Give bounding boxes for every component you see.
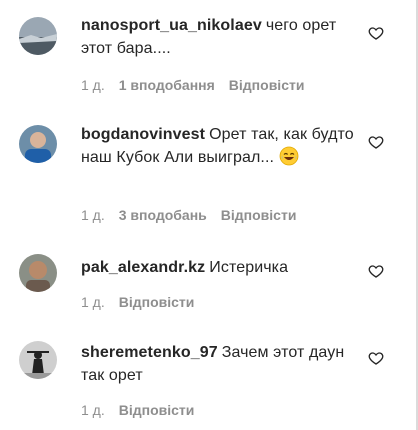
joy-emoji-icon — [279, 146, 299, 166]
comment-likes[interactable]: 3 вподобань — [119, 207, 207, 223]
reply-button[interactable]: Відповісти — [229, 77, 305, 93]
comment-time[interactable]: 1 д. — [81, 294, 105, 310]
comment-username[interactable]: nanosport_ua_nikolaev — [81, 17, 262, 34]
comment-meta: 1 д. 3 вподобань Відповісти — [81, 207, 296, 223]
comment-body: bogdanovinvest Орет так, как будто наш Ку… — [81, 123, 367, 169]
avatar[interactable] — [19, 254, 57, 292]
comment-meta: 1 д. 1 вподобання Відповісти — [81, 77, 304, 93]
reply-button[interactable]: Відповісти — [119, 402, 195, 418]
comment-time[interactable]: 1 д. — [81, 207, 105, 223]
heart-outline-icon[interactable] — [368, 263, 384, 279]
comment-text: Истеричка — [209, 259, 289, 276]
heart-outline-icon[interactable] — [368, 134, 384, 150]
avatar[interactable] — [19, 341, 57, 379]
heart-outline-icon[interactable] — [368, 25, 384, 41]
comment-username[interactable]: sheremetenko_97 — [81, 344, 218, 361]
comment-username[interactable]: pak_alexandr.kz — [81, 259, 205, 276]
avatar[interactable] — [19, 17, 57, 55]
comment-meta: 1 д. Відповісти — [81, 294, 194, 310]
comment-body: sheremetenko_97 Зачем этот даун так орет — [81, 341, 367, 387]
comment-body: pak_alexandr.kz Истеричка — [81, 256, 367, 279]
comment-meta: 1 д. Відповісти — [81, 402, 194, 418]
comment-body: nanosport_ua_nikolaev чего орет этот бара… — [81, 14, 367, 60]
heart-outline-icon[interactable] — [368, 350, 384, 366]
reply-button[interactable]: Відповісти — [119, 294, 195, 310]
avatar[interactable] — [19, 125, 57, 163]
comment-likes[interactable]: 1 вподобання — [119, 77, 215, 93]
comment-time[interactable]: 1 д. — [81, 402, 105, 418]
comment-time[interactable]: 1 д. — [81, 77, 105, 93]
reply-button[interactable]: Відповісти — [221, 207, 297, 223]
comment-username[interactable]: bogdanovinvest — [81, 126, 205, 143]
